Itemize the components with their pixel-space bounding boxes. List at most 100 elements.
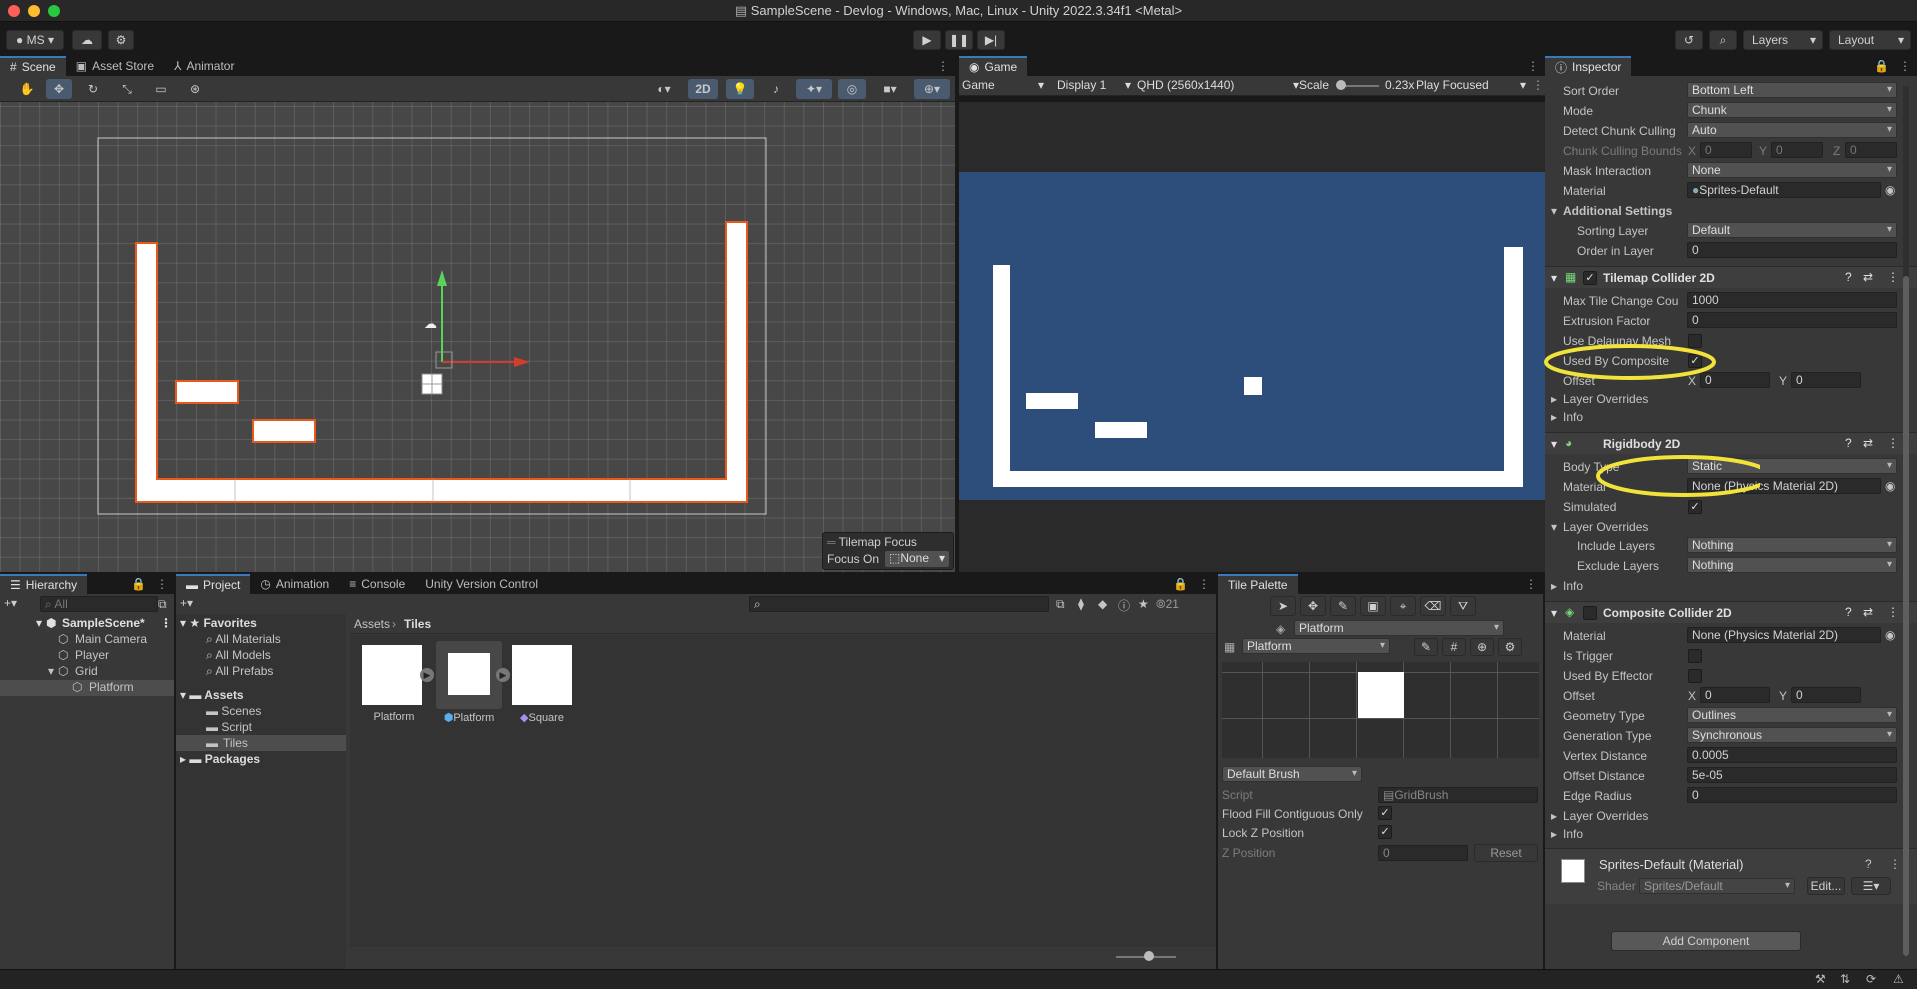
layers-dropdown[interactable]: Layers ▾ (1743, 30, 1823, 50)
project-menu-icon[interactable]: ⋮ (1192, 577, 1216, 594)
flood-fill-checkbox[interactable]: ✓ (1378, 806, 1392, 820)
tab-game[interactable]: ◉ Game (959, 56, 1028, 76)
edge-radius-field[interactable]: 0 (1687, 787, 1897, 803)
move-gizmo[interactable] (435, 270, 530, 369)
shader-menu-icon[interactable]: ☰▾ (1851, 877, 1891, 895)
hierarchy-lock-icon[interactable]: 🔒 (127, 577, 150, 594)
eraser-icon[interactable]: ⌫ (1420, 596, 1446, 616)
shading-mode-icon[interactable]: ◐▾ (648, 79, 680, 99)
composite-offset-x[interactable]: 0 (1700, 687, 1770, 703)
2d-toggle[interactable]: 2D (688, 79, 718, 99)
lock-icon[interactable]: 🔒 (1870, 59, 1893, 76)
breadcrumb-tiles[interactable]: Tiles (404, 617, 431, 631)
rigidbody-material-picker-icon[interactable]: ◉ (1885, 479, 1895, 493)
hierarchy-item-player[interactable]: ⬡ Player (0, 648, 174, 664)
sorting-layer-dropdown[interactable]: Default (1687, 222, 1897, 238)
mode-dropdown[interactable]: Chunk (1687, 102, 1897, 118)
palette-dropdown[interactable]: Platform (1242, 638, 1390, 654)
filter-label-icon[interactable]: ◆ (1098, 597, 1107, 611)
sort-order-dropdown[interactable]: Bottom Left (1687, 82, 1897, 98)
tab-tile-palette[interactable]: Tile Palette (1218, 574, 1298, 594)
notification-icon[interactable]: ⚠ (1893, 972, 1904, 986)
box-fill-icon[interactable]: ▣ (1360, 596, 1386, 616)
pause-button[interactable]: ❚❚ (945, 30, 973, 50)
assets-foldout[interactable]: ▾ ▬ Assets (180, 688, 244, 702)
favorite-star-icon[interactable]: ★ (1138, 597, 1149, 611)
composite-enabled-checkbox[interactable] (1583, 606, 1597, 620)
composite-offset-y[interactable]: 0 (1791, 687, 1861, 703)
camera-icon[interactable]: ■▾ (872, 79, 908, 99)
hierarchy-item-scene[interactable]: ▾ ⬢ SampleScene* ⋮ (0, 616, 174, 632)
collab-icon[interactable]: ⚙ (108, 30, 134, 50)
geometry-type-dropdown[interactable]: Outlines (1687, 707, 1897, 723)
material-field[interactable]: ●Sprites-Default (1687, 182, 1881, 198)
account-dropdown[interactable]: ● MS ▾ (6, 30, 64, 50)
project-lock-icon[interactable]: 🔒 (1169, 577, 1192, 594)
sync-icon[interactable]: ⟳ (1866, 972, 1876, 986)
move-tool-icon[interactable]: ✥ (46, 79, 72, 99)
z-reset-button[interactable]: Reset (1474, 844, 1538, 862)
paint-brush-icon[interactable]: ✎ (1330, 596, 1356, 616)
order-in-layer-field[interactable]: 0 (1687, 242, 1897, 258)
used-by-effector-checkbox[interactable] (1688, 669, 1702, 683)
palette-settings-icon[interactable]: ⚙ (1498, 638, 1522, 656)
game-menu-icon[interactable]: ⋮ (1521, 59, 1545, 76)
hierarchy-search[interactable]: ⌕ All (40, 596, 158, 612)
hierarchy-item-main-camera[interactable]: ⬡ Main Camera (0, 632, 174, 648)
material-picker-icon[interactable]: ◉ (1885, 183, 1895, 197)
tab-project[interactable]: ▬ Project (176, 574, 251, 594)
picker-icon[interactable]: ⌖ (1390, 596, 1416, 616)
breadcrumb-assets[interactable]: Assets (354, 617, 390, 631)
tilemap-collider-header[interactable]: ▾ ▦ ✓ Tilemap Collider 2D ? ⇄ ⋮ (1545, 266, 1917, 288)
lighting-icon[interactable]: 💡 (726, 79, 754, 99)
scale-slider-handle[interactable] (1336, 80, 1346, 90)
packages-foldout[interactable]: ▸ ▬ Packages (180, 752, 260, 766)
composite-info-foldout[interactable]: ▸ Info (1545, 825, 1917, 843)
tab-asset-store[interactable]: ▣ Asset Store (66, 56, 164, 76)
hierarchy-add-button[interactable]: +▾ (4, 596, 17, 610)
search-type-icon[interactable]: ⧉ (1056, 597, 1065, 612)
composite-menu-icon[interactable]: ⋮ (1887, 605, 1899, 619)
grid-toggle-icon[interactable]: # (1442, 638, 1466, 656)
material-help-icon[interactable]: ? (1865, 857, 1872, 871)
display-dropdown[interactable]: Display 1 ▾ (1057, 78, 1135, 92)
debug-icon[interactable]: ⚒ (1815, 972, 1826, 986)
rigidbody-layer-overrides-foldout[interactable]: ▾ Layer Overrides (1545, 518, 1917, 536)
folder-scenes[interactable]: ▬ Scenes (206, 704, 261, 718)
preset-icon[interactable]: ⇄ (1863, 270, 1873, 284)
tab-console[interactable]: ≡ Console (339, 574, 415, 594)
hierarchy-item-grid[interactable]: ▾ ⬡ Grid (0, 664, 174, 680)
gizmos-icon[interactable]: ⊕▾ (914, 79, 950, 99)
focus-on-dropdown[interactable]: ⬚None ▾ (885, 551, 949, 567)
component-menu-icon[interactable]: ⋮ (1887, 270, 1899, 284)
filter-type-icon[interactable]: ⧫ (1078, 597, 1084, 611)
tab-hierarchy[interactable]: ☰ Hierarchy (0, 574, 88, 594)
gizmo-toggle-icon[interactable]: ⊕ (1470, 638, 1494, 656)
help-icon[interactable]: ? (1845, 270, 1852, 284)
cloud-icon[interactable]: ☁ (72, 30, 102, 50)
add-component-button[interactable]: Add Component (1611, 931, 1801, 951)
network-icon[interactable]: ⇅ (1840, 972, 1850, 986)
tilemap-collider-enabled-checkbox[interactable]: ✓ (1583, 271, 1597, 285)
edit-palette-icon[interactable]: ✎ (1414, 638, 1438, 656)
fill-bucket-icon[interactable]: ⛛ (1450, 596, 1476, 616)
palette-tile-platform[interactable] (1358, 672, 1404, 718)
tab-version-control[interactable]: Unity Version Control (415, 574, 548, 594)
max-tile-change-field[interactable]: 1000 (1687, 292, 1897, 308)
composite-layer-overrides-foldout[interactable]: ▸ Layer Overrides (1545, 807, 1917, 825)
lock-z-checkbox[interactable]: ✓ (1378, 825, 1392, 839)
hierarchy-item-platform[interactable]: ⬡ Platform (0, 680, 174, 696)
folder-script[interactable]: ▬ Script (206, 720, 252, 734)
hand-tool-icon[interactable]: ✋ (14, 79, 40, 99)
composite-material-field[interactable]: None (Physics Material 2D) (1687, 627, 1881, 643)
favorite-all-materials[interactable]: ⌕ All Materials (206, 632, 281, 647)
game-mode-dropdown[interactable]: Game ▾ (962, 78, 1046, 92)
game-options-icon[interactable]: ⋮ (1532, 78, 1544, 92)
include-layers-dropdown[interactable]: Nothing (1687, 537, 1897, 553)
rigidbody-help-icon[interactable]: ? (1845, 436, 1852, 450)
play-button[interactable]: ▶ (913, 30, 941, 50)
brush-dropdown[interactable]: Default Brush (1222, 766, 1362, 782)
extrusion-factor-field[interactable]: 0 (1687, 312, 1897, 328)
play-mode-dropdown[interactable]: Play Focused ▾ (1416, 78, 1526, 92)
mask-interaction-dropdown[interactable]: None (1687, 162, 1897, 178)
